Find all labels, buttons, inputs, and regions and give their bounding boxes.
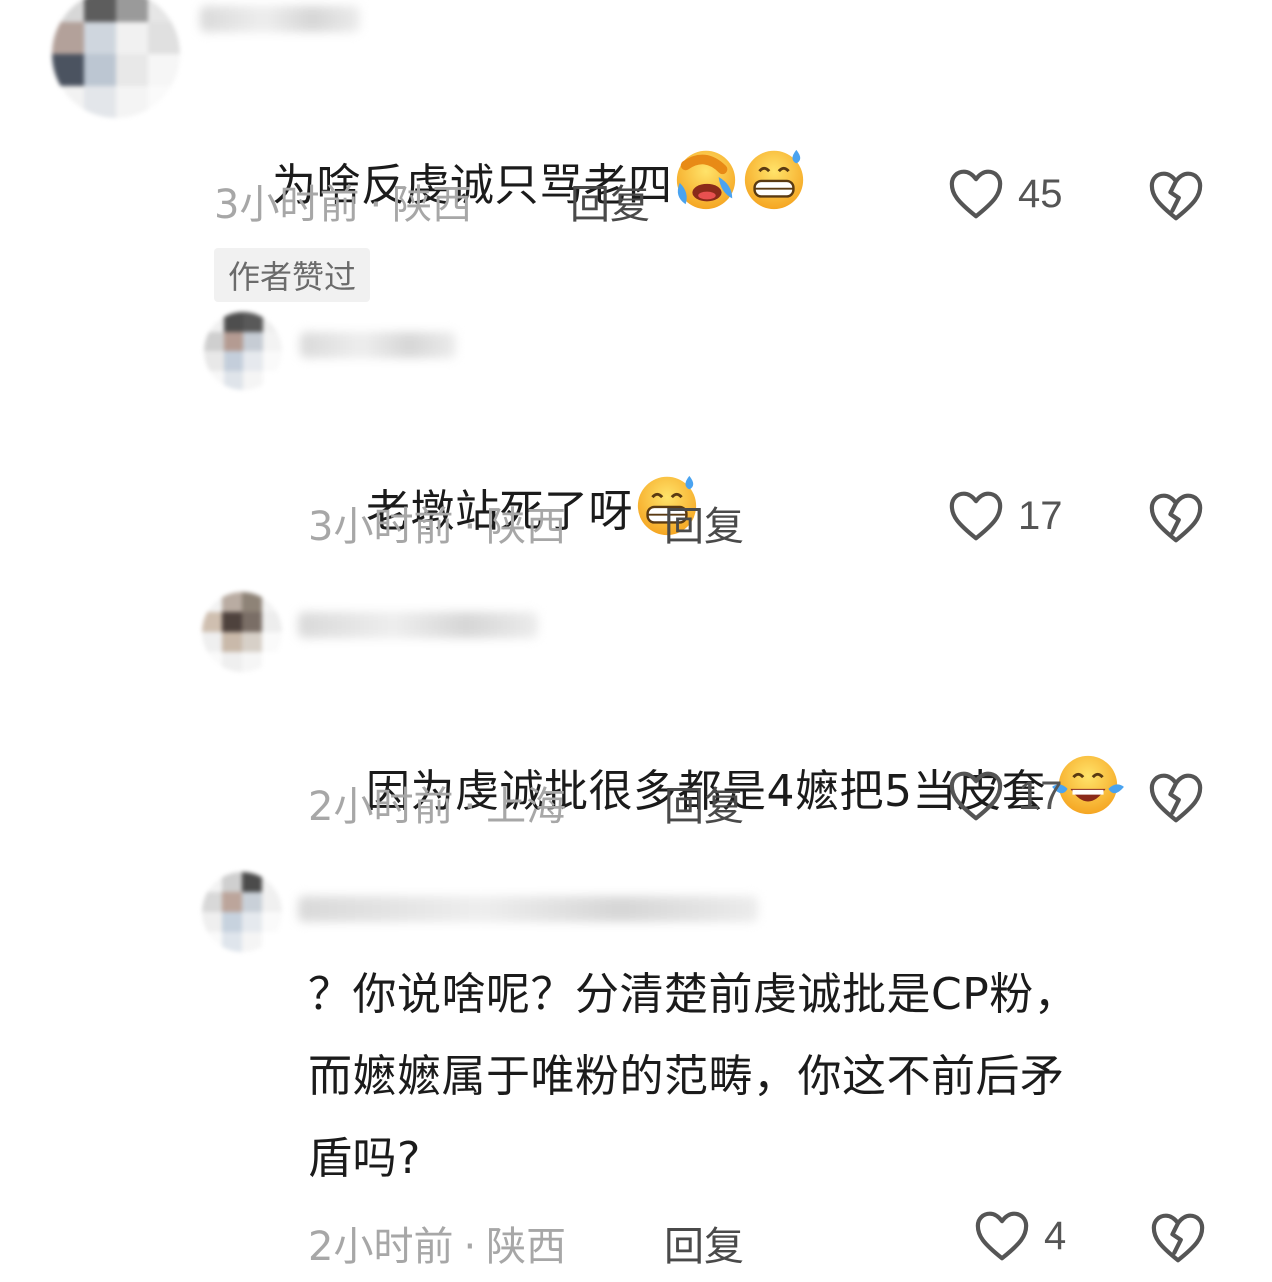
comment-text: ？你说啥呢？分清楚前虔诚批是CP粉， 而嬷嬷属于唯粉的范畴，你这不前后矛 盾吗?	[308, 969, 1079, 1184]
heart-icon	[948, 490, 1004, 542]
timestamp: 2小时前	[308, 784, 454, 830]
heart-icon	[948, 168, 1004, 220]
location: 陕西	[486, 504, 567, 550]
facepalm-cry-emoji	[672, 144, 740, 212]
like-count: 17	[1018, 773, 1063, 818]
reply-button[interactable]: 回复	[570, 172, 650, 230]
sweat-grin-emoji	[740, 144, 808, 212]
avatar[interactable]	[202, 872, 282, 952]
comment-meta: 2小时前 · 陕西	[308, 1224, 567, 1270]
username-blurred[interactable]	[300, 332, 456, 358]
heart-icon	[974, 1210, 1030, 1262]
timestamp: 2小时前	[308, 1224, 454, 1270]
comment-meta: 3小时前 · 陕西	[214, 182, 473, 228]
like-button[interactable]: 17	[948, 770, 1063, 822]
avatar[interactable]	[52, 0, 180, 118]
reply-button[interactable]: 回复	[664, 494, 744, 552]
broken-heart-icon[interactable]	[1148, 492, 1204, 544]
username-blurred[interactable]	[298, 896, 758, 922]
like-count: 45	[1018, 171, 1063, 216]
username-blurred[interactable]	[200, 6, 360, 32]
avatar[interactable]	[202, 592, 282, 672]
broken-heart-icon[interactable]	[1148, 772, 1204, 824]
comment-item: 为啥反虔诚只骂老四 3小时前 · 陕西 回复 45 作者赞过	[0, 0, 1272, 302]
reply-button[interactable]: 回复	[664, 1214, 744, 1272]
broken-heart-icon[interactable]	[1150, 1212, 1206, 1264]
location: 陕西	[392, 182, 473, 228]
like-button[interactable]: 4	[974, 1210, 1066, 1262]
timestamp: 3小时前	[214, 182, 360, 228]
reply-button[interactable]: 回复	[664, 774, 744, 832]
author-liked-badge: 作者赞过	[214, 248, 371, 302]
comment-meta: 3小时前 · 陕西	[308, 504, 567, 550]
like-count: 4	[1044, 1213, 1067, 1258]
comment-meta: 2小时前 · 上海	[308, 784, 567, 830]
location: 上海	[486, 784, 567, 830]
broken-heart-icon[interactable]	[1148, 170, 1204, 222]
like-button[interactable]: 17	[948, 490, 1063, 542]
timestamp: 3小时前	[308, 504, 454, 550]
avatar[interactable]	[204, 312, 282, 390]
username-blurred[interactable]	[298, 612, 538, 638]
like-button[interactable]: 45	[948, 168, 1063, 220]
location: 陕西	[486, 1224, 567, 1270]
heart-icon	[948, 770, 1004, 822]
like-count: 17	[1018, 493, 1063, 538]
